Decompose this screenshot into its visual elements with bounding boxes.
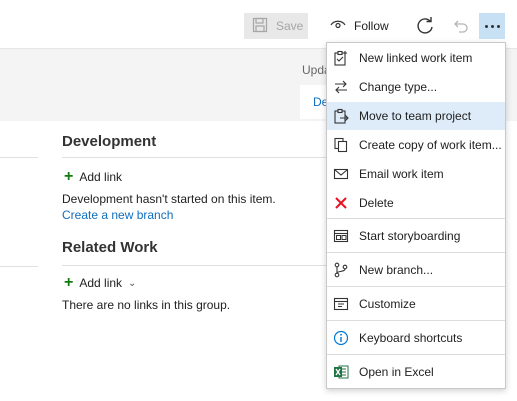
follow-button[interactable]: Follow (330, 13, 389, 39)
more-actions-button[interactable] (479, 13, 505, 39)
related-work-title: Related Work (62, 239, 158, 256)
development-add-link[interactable]: + Add link (64, 168, 123, 185)
menu-item-label: New branch... (359, 263, 434, 277)
menu-item-label: Keyboard shortcuts (359, 331, 463, 345)
menu-separator (327, 252, 505, 253)
menu-separator (327, 354, 505, 355)
divider (0, 157, 38, 158)
menu-item-label: Change type... (359, 80, 438, 94)
menu-item-label: New linked work item (359, 51, 473, 65)
menu-item-new-linked-work-item[interactable]: New linked work item (327, 44, 505, 72)
menu-item-label: Delete (359, 196, 394, 210)
move-to-team-project-icon (333, 108, 349, 124)
menu-item-customize[interactable]: Customize (327, 290, 505, 318)
undo-icon (451, 20, 469, 38)
menu-item-label: Create copy of work item... (359, 138, 501, 152)
save-icon (252, 17, 268, 36)
menu-separator (327, 218, 505, 219)
menu-item-start-storyboarding[interactable]: Start storyboarding (327, 222, 505, 250)
follow-label: Follow (354, 19, 389, 33)
more-dot-icon (484, 24, 488, 28)
menu-item-label: Customize (359, 297, 416, 311)
related-work-rule (62, 265, 330, 266)
menu-item-keyboard-shortcuts[interactable]: Keyboard shortcuts (327, 324, 505, 352)
menu-item-change-type[interactable]: Change type... (327, 73, 505, 101)
new-linked-work-item-icon (333, 50, 349, 66)
menu-item-new-branch[interactable]: New branch... (327, 256, 505, 284)
more-dot-icon (496, 24, 500, 28)
menu-item-label: Email work item (359, 167, 444, 181)
development-status: Development hasn't started on this item. (62, 192, 276, 206)
excel-icon (333, 364, 349, 380)
refresh-button[interactable] (415, 16, 437, 38)
eye-icon (330, 19, 346, 34)
menu-item-delete[interactable]: Delete (327, 189, 505, 217)
email-icon (333, 166, 349, 182)
plus-icon: + (64, 168, 74, 185)
plus-icon: + (64, 274, 74, 291)
menu-item-label: Open in Excel (359, 365, 434, 379)
customize-icon (333, 296, 349, 312)
save-label: Save (276, 19, 304, 33)
storyboard-icon (333, 228, 349, 244)
refresh-icon (415, 17, 435, 39)
related-work-add-link[interactable]: + Add link ⌄ (64, 274, 137, 291)
more-actions-menu: New linked work item Change type... Move… (326, 42, 506, 389)
menu-item-email-work-item[interactable]: Email work item (327, 160, 505, 188)
menu-item-move-to-team-project[interactable]: Move to team project (327, 102, 505, 130)
info-icon (333, 330, 349, 346)
chevron-down-icon: ⌄ (128, 277, 137, 289)
more-dot-icon (490, 24, 494, 28)
delete-icon (333, 195, 349, 211)
menu-separator (327, 320, 505, 321)
development-title: Development (62, 133, 157, 150)
undo-button[interactable] (451, 17, 469, 35)
menu-separator (327, 286, 505, 287)
create-branch-link[interactable]: Create a new branch (62, 208, 173, 222)
menu-item-create-copy[interactable]: Create copy of work item... (327, 131, 505, 159)
menu-item-label: Move to team project (359, 109, 472, 123)
save-button[interactable]: Save (244, 13, 308, 39)
related-work-empty: There are no links in this group. (62, 298, 231, 312)
divider (0, 266, 38, 267)
branch-icon (333, 262, 349, 278)
menu-item-label: Start storyboarding (359, 229, 461, 243)
add-link-label: Add link (79, 170, 123, 184)
add-link-label: Add link (79, 276, 123, 290)
menu-item-open-in-excel[interactable]: Open in Excel (327, 358, 505, 386)
copy-icon (333, 137, 349, 153)
development-rule (62, 157, 330, 158)
change-type-icon (333, 79, 349, 95)
